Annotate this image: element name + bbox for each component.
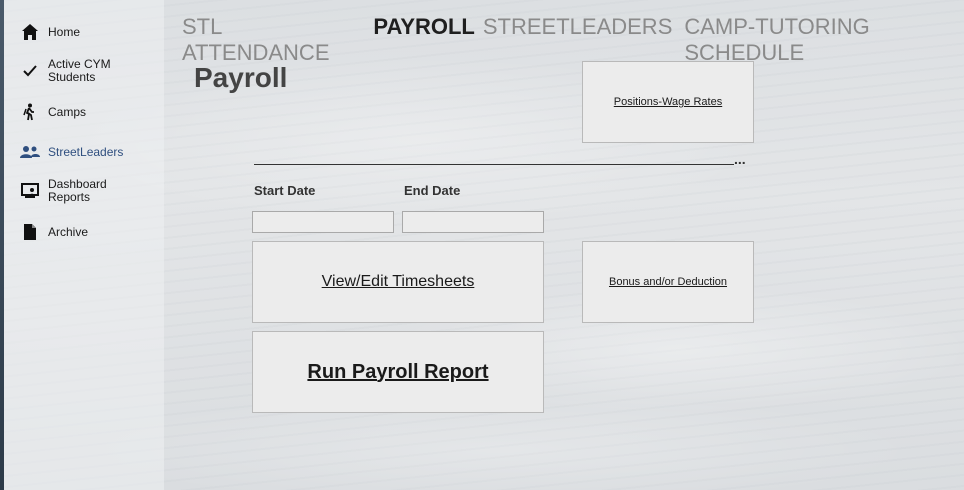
start-date-input[interactable] — [252, 211, 394, 233]
sidebar-item-active-cym-students[interactable]: Active CYM Students — [20, 58, 128, 84]
more-ellipsis: ... — [734, 151, 746, 167]
tab-streetleaders[interactable]: STREETLEADERS — [483, 14, 673, 66]
sidebar-item-home[interactable]: Home — [20, 22, 128, 42]
tab-camp-tutoring-schedule[interactable]: CAMP-TUTORING SCHEDULE — [684, 14, 964, 66]
sidebar-item-label: Camps — [48, 104, 87, 119]
tab-stl-attendance[interactable]: STL ATTENDANCE — [182, 14, 354, 66]
bonus-deduction-button[interactable]: Bonus and/or Deduction — [582, 241, 754, 323]
document-icon — [20, 222, 40, 242]
start-date-label: Start Date — [254, 183, 316, 198]
sidebar-item-streetleaders[interactable]: StreetLeaders — [20, 142, 128, 162]
sidebar-item-label: Dashboard Reports — [48, 177, 107, 204]
sidebar-item-archive[interactable]: Archive — [20, 222, 128, 242]
dashboard-icon — [20, 181, 40, 201]
home-icon — [20, 22, 40, 42]
hiker-icon — [20, 102, 40, 122]
people-icon — [20, 142, 40, 162]
sidebar-item-label: Home — [48, 24, 81, 39]
checkmark-icon — [20, 61, 40, 81]
divider-line — [254, 164, 734, 165]
sidebar-item-dashboard-reports[interactable]: Dashboard Reports — [20, 178, 128, 204]
end-date-label: End Date — [404, 183, 461, 198]
positions-wage-rates-button[interactable]: Positions-Wage Rates — [582, 61, 754, 143]
view-edit-timesheets-label: View/Edit Timesheets — [321, 273, 475, 290]
view-edit-timesheets-button[interactable]: View/Edit Timesheets — [252, 241, 544, 323]
sidebar-item-label: StreetLeaders — [48, 144, 124, 159]
sidebar-item-camps[interactable]: Camps — [20, 102, 128, 122]
positions-wage-rates-label: Positions-Wage Rates — [613, 96, 723, 108]
page-title: Payroll — [194, 62, 288, 93]
sidebar-item-label: Active CYM Students — [48, 57, 111, 84]
bonus-deduction-label: Bonus and/or Deduction — [608, 276, 728, 288]
run-payroll-report-label: Run Payroll Report — [307, 360, 489, 383]
tab-payroll[interactable]: PAYROLL — [373, 14, 474, 66]
sidebar: Home Active CYM Students Camps StreetLea… — [4, 0, 164, 490]
end-date-input[interactable] — [402, 211, 544, 233]
top-navigation: STL ATTENDANCE PAYROLL STREETLEADERS CAM… — [182, 14, 964, 66]
sidebar-item-label: Archive — [48, 224, 89, 239]
run-payroll-report-button[interactable]: Run Payroll Report — [252, 331, 544, 413]
